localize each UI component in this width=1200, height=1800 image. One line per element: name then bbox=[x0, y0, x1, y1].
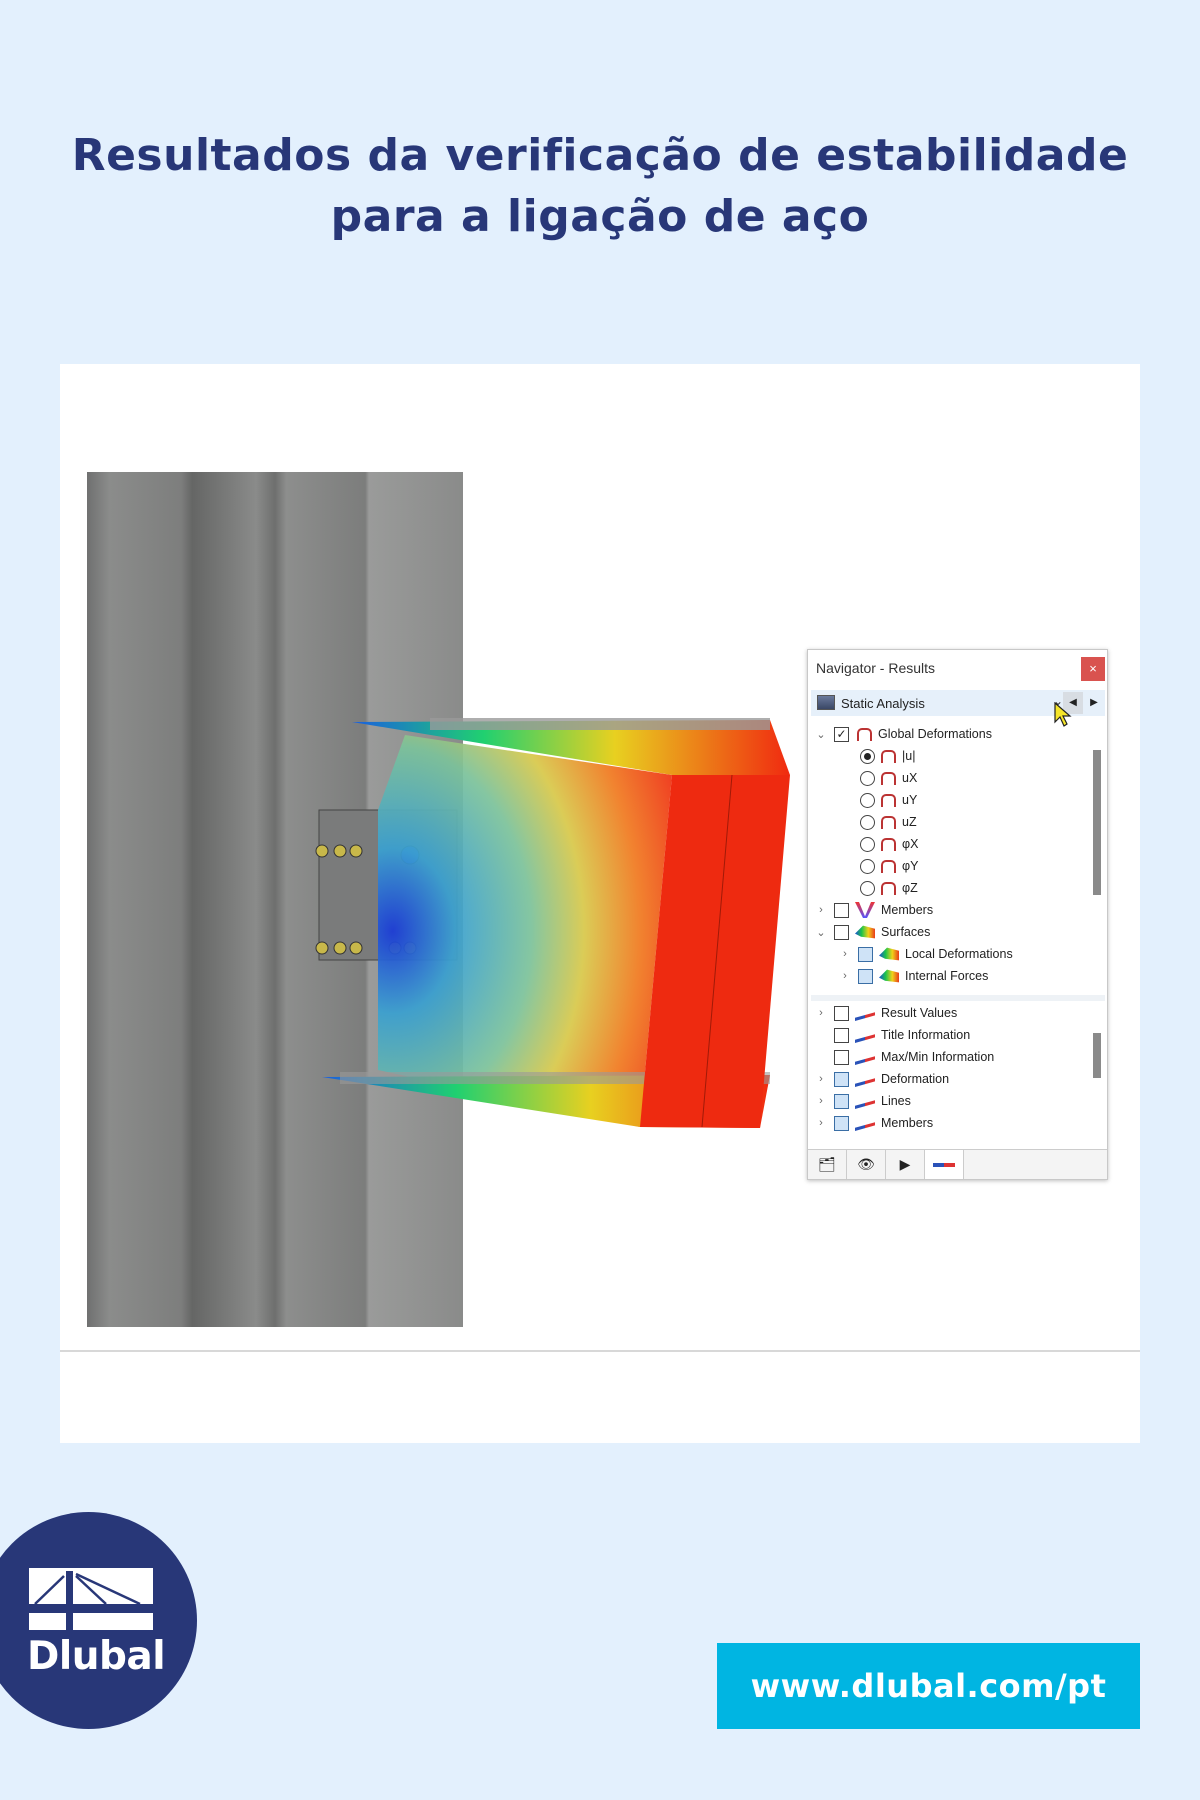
static-analysis-icon bbox=[817, 695, 835, 710]
tree-item-uy[interactable]: uY bbox=[860, 789, 917, 811]
radio[interactable] bbox=[860, 770, 875, 786]
checkbox[interactable] bbox=[834, 1093, 849, 1109]
checkbox[interactable] bbox=[834, 1027, 849, 1043]
navigator-results-panel: Navigator - Results × Static Analysis ⌄ … bbox=[807, 649, 1108, 1180]
checkbox[interactable] bbox=[834, 1049, 849, 1065]
bridge-icon bbox=[29, 1568, 153, 1631]
tree-item-internal-forces[interactable]: › Internal Forces bbox=[838, 965, 988, 987]
tree-item-members-display[interactable]: › Members bbox=[814, 1112, 933, 1134]
deformation-icon bbox=[881, 859, 896, 873]
pane-splitter[interactable] bbox=[811, 995, 1105, 1001]
eye-icon bbox=[855, 1100, 875, 1109]
tree-item-surfaces[interactable]: ⌄ Surfaces bbox=[814, 921, 930, 943]
radio[interactable] bbox=[860, 748, 875, 764]
deformation-icon bbox=[881, 837, 896, 851]
surfaces-icon bbox=[879, 969, 899, 983]
surfaces-icon bbox=[879, 947, 899, 961]
navigator-tabs: 🗂 👁 ▶ bbox=[808, 1149, 1107, 1179]
tree-item-ux[interactable]: uX bbox=[860, 767, 917, 789]
tree-item-members[interactable]: › Members bbox=[814, 899, 933, 921]
tree-item-title-information[interactable]: Title Information bbox=[814, 1024, 970, 1046]
eye-icon bbox=[855, 1056, 875, 1065]
scrollbar-bottom[interactable] bbox=[1093, 1033, 1101, 1078]
data-icon[interactable]: 🗂 bbox=[808, 1150, 847, 1179]
chevron-right-icon[interactable]: › bbox=[838, 948, 852, 960]
deformation-icon bbox=[881, 815, 896, 829]
results-icon[interactable] bbox=[925, 1150, 964, 1179]
chevron-down-icon[interactable]: ⌄ bbox=[814, 728, 828, 741]
eye-icon bbox=[855, 1122, 875, 1131]
checkbox[interactable] bbox=[858, 968, 873, 984]
navigator-title: Navigator - Results bbox=[816, 660, 936, 676]
scrollbar-top[interactable] bbox=[1093, 750, 1101, 895]
tree-item-phix[interactable]: φX bbox=[860, 833, 918, 855]
deformation-icon bbox=[857, 727, 872, 741]
surfaces-icon bbox=[855, 925, 875, 939]
mouse-cursor-icon bbox=[1054, 702, 1072, 727]
chevron-right-icon[interactable]: › bbox=[838, 970, 852, 982]
checkbox[interactable] bbox=[858, 946, 873, 962]
tree-item-result-values[interactable]: › Result Values bbox=[814, 1002, 957, 1024]
deformation-icon bbox=[881, 771, 896, 785]
analysis-selected: Static Analysis bbox=[841, 696, 925, 711]
checkbox[interactable] bbox=[834, 1005, 849, 1021]
chevron-right-icon[interactable]: › bbox=[814, 1073, 828, 1085]
checkbox[interactable] bbox=[834, 902, 849, 918]
camera-icon[interactable]: ▶ bbox=[886, 1150, 925, 1179]
checkbox[interactable] bbox=[834, 1115, 849, 1131]
checkbox[interactable] bbox=[834, 1071, 849, 1087]
tree-item-local-deformations[interactable]: › Local Deformations bbox=[838, 943, 1013, 965]
logo-text: Dlubal bbox=[27, 1634, 166, 1679]
display-tree: › Result Values Title Information Max/Min… bbox=[808, 1002, 1090, 1147]
radio[interactable] bbox=[860, 836, 875, 852]
radio[interactable] bbox=[860, 814, 875, 830]
tree-item-lines[interactable]: › Lines bbox=[814, 1090, 911, 1112]
close-button[interactable]: × bbox=[1081, 657, 1105, 681]
tree-item-phiz[interactable]: φZ bbox=[860, 877, 918, 899]
deformation-icon bbox=[881, 749, 896, 763]
tree-item-phiy[interactable]: φY bbox=[860, 855, 918, 877]
eye-icon bbox=[855, 1034, 875, 1043]
tree-item-u[interactable]: |u| bbox=[860, 745, 915, 767]
deformation-icon bbox=[881, 793, 896, 807]
checkbox[interactable]: ✓ bbox=[834, 726, 849, 742]
tree-item-global-deformations[interactable]: ⌄ ✓ Global Deformations bbox=[814, 723, 992, 745]
tree-item-deformation[interactable]: › Deformation bbox=[814, 1068, 949, 1090]
chevron-right-icon[interactable]: › bbox=[814, 904, 828, 916]
chevron-right-icon[interactable]: › bbox=[814, 1117, 828, 1129]
tree-item-max-min-information[interactable]: Max/Min Information bbox=[814, 1046, 994, 1068]
chevron-right-icon[interactable]: › bbox=[814, 1007, 828, 1019]
next-button[interactable]: ▶ bbox=[1084, 692, 1104, 714]
dlubal-logo[interactable] bbox=[0, 1512, 197, 1729]
result-values-icon bbox=[855, 1012, 875, 1021]
view-icon[interactable]: 👁 bbox=[847, 1150, 886, 1179]
members-icon bbox=[855, 902, 875, 918]
radio[interactable] bbox=[860, 880, 875, 896]
checkbox[interactable] bbox=[834, 924, 849, 940]
tree-item-uz[interactable]: uZ bbox=[860, 811, 917, 833]
top-flange-plate bbox=[430, 718, 770, 730]
radio[interactable] bbox=[860, 858, 875, 874]
website-link[interactable]: www.dlubal.com/pt bbox=[717, 1643, 1140, 1729]
chevron-down-icon[interactable]: ⌄ bbox=[814, 926, 828, 939]
beam-web bbox=[378, 735, 672, 1127]
chevron-right-icon[interactable]: › bbox=[814, 1095, 828, 1107]
eye-icon bbox=[855, 1078, 875, 1087]
radio[interactable] bbox=[860, 792, 875, 808]
deformation-icon bbox=[881, 881, 896, 895]
